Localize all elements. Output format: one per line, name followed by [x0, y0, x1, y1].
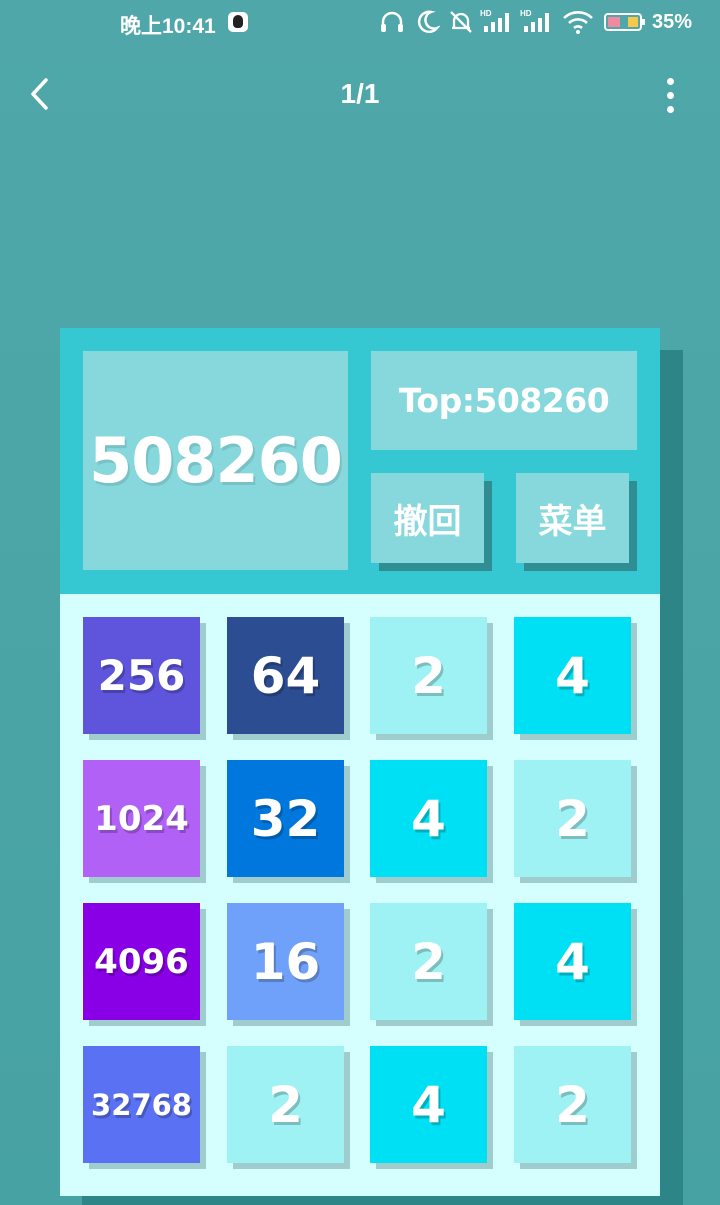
menu-button[interactable]: 菜单: [516, 473, 629, 563]
tile: 4: [370, 760, 487, 877]
back-button[interactable]: [26, 74, 62, 114]
battery-icon: [604, 13, 645, 31]
headphones-icon: [381, 11, 403, 32]
top-score-box: Top:508260: [371, 351, 637, 450]
wifi-icon: [563, 11, 593, 34]
tile: 2: [370, 617, 487, 734]
battery-percent: 35%: [652, 11, 693, 33]
tile: 4: [514, 617, 631, 734]
undo-button[interactable]: 撤回: [371, 473, 484, 563]
game-card: 508260 Top:508260 撤回 菜单 256 64 2 4 1024 32 4 2 4…: [60, 328, 660, 1196]
tile: 1024: [83, 760, 200, 877]
tile: 2: [514, 1046, 631, 1163]
svg-text:HD: HD: [480, 9, 492, 18]
signal-hd-icon-2: HD: [520, 9, 549, 32]
more-vertical-icon[interactable]: [662, 78, 678, 113]
game-board[interactable]: 256 64 2 4 1024 32 4 2 4096 16 2 4 32768 2 4 2: [60, 594, 660, 1196]
game-header: 508260 Top:508260 撤回 菜单: [60, 328, 660, 594]
tile: 32: [227, 760, 344, 877]
status-time: 晚上10:41: [120, 15, 216, 38]
mute-bell-icon: [450, 11, 472, 33]
status-bar: 晚上10:41 HD HD 35%: [0, 0, 720, 48]
tile: 4: [514, 903, 631, 1020]
signal-hd-icon: HD: [480, 9, 509, 32]
current-score: 508260: [89, 424, 343, 497]
tile: 32768: [83, 1046, 200, 1163]
tile: 64: [227, 617, 344, 734]
chevron-left-icon: [31, 78, 48, 110]
moon-icon: [417, 10, 440, 34]
page-title: 1/1: [340, 78, 380, 109]
top-score: Top:508260: [398, 381, 610, 420]
tile: 256: [83, 617, 200, 734]
qq-notification-icon: [228, 12, 248, 32]
tile: 4096: [83, 903, 200, 1020]
tile: 2: [514, 760, 631, 877]
svg-text:HD: HD: [520, 9, 532, 18]
tile: 2: [227, 1046, 344, 1163]
tile: 2: [370, 903, 487, 1020]
tile: 4: [370, 1046, 487, 1163]
score-box: 508260: [83, 351, 348, 570]
tile: 16: [227, 903, 344, 1020]
